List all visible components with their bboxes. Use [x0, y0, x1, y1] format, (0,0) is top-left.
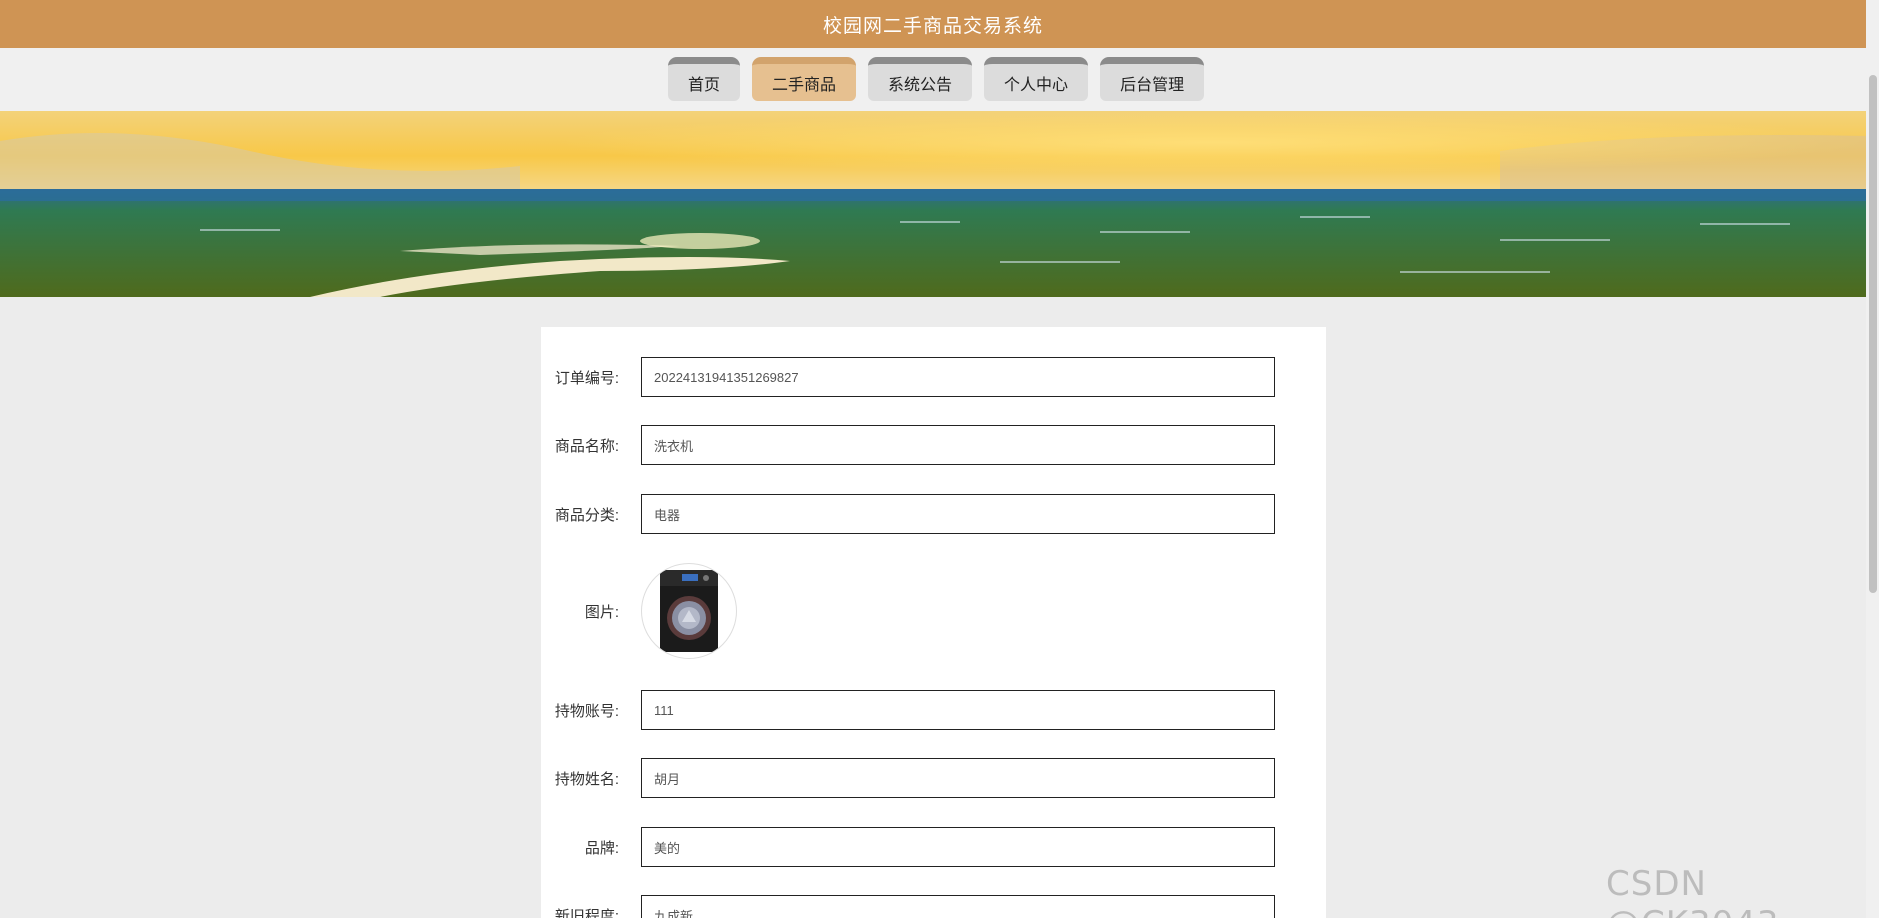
- goods-thumbnail[interactable]: [641, 563, 737, 659]
- landscape-banner-icon: [0, 111, 1866, 297]
- watermark: CSDN @CK3043: [1606, 864, 1779, 918]
- order-detail-card: 订单编号: 商品名称: 商品分类: 图片:: [541, 327, 1326, 918]
- brand-label: 品牌:: [584, 839, 619, 857]
- nav-admin[interactable]: 后台管理: [1100, 57, 1205, 101]
- site-title: 校园网二手商品交易系统: [822, 15, 1043, 37]
- account-field[interactable]: [641, 690, 1275, 730]
- goods-name-label: 商品名称:: [554, 437, 619, 455]
- order-no-label: 订单编号:: [554, 369, 619, 387]
- condition-field[interactable]: [641, 895, 1275, 918]
- category-label: 商品分类:: [554, 506, 619, 524]
- condition-label: 新旧程度:: [554, 907, 619, 918]
- goods-name-field[interactable]: [641, 425, 1275, 465]
- row-order-no: 订单编号:: [541, 357, 1326, 397]
- vertical-scrollbar[interactable]: [1866, 0, 1879, 918]
- image-label: 图片:: [584, 603, 619, 621]
- row-image: 图片:: [541, 563, 1326, 659]
- washing-machine-icon: [660, 570, 718, 652]
- account-label: 持物账号:: [554, 702, 619, 720]
- nav-announcements[interactable]: 系统公告: [868, 57, 973, 101]
- row-condition: 新旧程度:: [541, 895, 1326, 918]
- page: 校园网二手商品交易系统 首页 二手商品 系统公告 个人中心 后台管理 订单编号:…: [0, 0, 1879, 918]
- row-category: 商品分类:: [541, 494, 1326, 534]
- row-brand: 品牌:: [541, 827, 1326, 867]
- nav-home[interactable]: 首页: [668, 57, 741, 101]
- order-no-field[interactable]: [641, 357, 1275, 397]
- nav-secondhand-goods[interactable]: 二手商品: [752, 57, 857, 101]
- scrollbar-thumb[interactable]: [1869, 75, 1877, 593]
- row-account: 持物账号:: [541, 690, 1326, 730]
- category-field[interactable]: [641, 494, 1275, 534]
- banner-image: [0, 111, 1866, 297]
- header-bar: 校园网二手商品交易系统: [0, 0, 1866, 48]
- row-goods-name: 商品名称:: [541, 425, 1326, 465]
- row-owner-name: 持物姓名:: [541, 758, 1326, 798]
- owner-name-field[interactable]: [641, 758, 1275, 798]
- main-nav: 首页 二手商品 系统公告 个人中心 后台管理: [668, 57, 1205, 101]
- brand-field[interactable]: [641, 827, 1275, 867]
- owner-name-label: 持物姓名:: [554, 770, 619, 788]
- nav-personal-center[interactable]: 个人中心: [984, 57, 1089, 101]
